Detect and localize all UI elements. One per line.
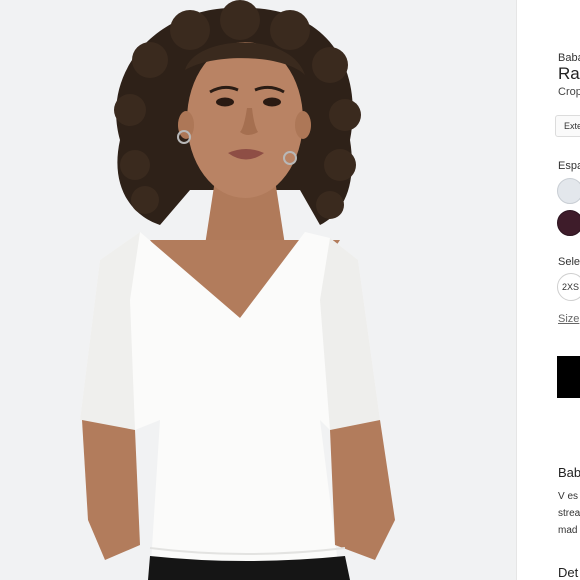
model-illustration bbox=[0, 0, 516, 580]
product-name: Ra bbox=[558, 64, 580, 83]
product-info-panel: Baba Ra Crop Exte Espa Sele 2XS Size Bab… bbox=[517, 0, 580, 580]
color-swatch-light[interactable] bbox=[557, 178, 580, 204]
description-title: Bab bbox=[558, 465, 580, 480]
product-subtitle: Crop bbox=[558, 86, 580, 98]
color-swatch-dark[interactable] bbox=[557, 210, 580, 236]
description-line: V es bbox=[558, 491, 579, 502]
product-tag: Exte bbox=[555, 115, 580, 137]
details-title[interactable]: Det bbox=[558, 565, 578, 580]
product-photo[interactable] bbox=[0, 0, 516, 580]
size-label: Sele bbox=[558, 256, 580, 268]
add-to-bag-button[interactable] bbox=[557, 356, 580, 398]
size-guide-link[interactable]: Size bbox=[558, 313, 579, 325]
description-line: mad bbox=[558, 525, 578, 536]
size-option-2xs[interactable]: 2XS bbox=[557, 273, 580, 301]
brand-name[interactable]: Baba bbox=[558, 52, 580, 64]
color-label: Espa bbox=[558, 160, 580, 172]
description-line: strea bbox=[558, 508, 580, 519]
